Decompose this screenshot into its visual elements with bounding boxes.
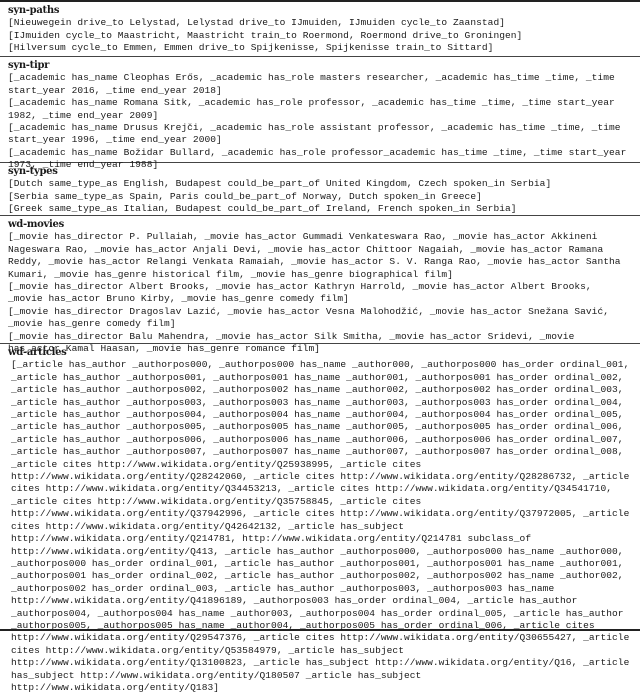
section-syn-paths: syn-paths [Nieuwegein drive_to Lelystad,… [0, 2, 640, 57]
example-entry: [Serbia same_type_as Spain, Paris could_… [8, 190, 482, 202]
example-entry: [Hilversum cycle_to Emmen, Emmen drive_t… [8, 42, 494, 54]
example-entry: [_movie has_director Albert Brooks, _mov… [8, 281, 592, 305]
example-entry: [_article has_author _authorpos000, _aut… [11, 359, 630, 693]
example-entry: [Nieuwegein drive_to Lelystad, Lelystad … [8, 17, 505, 29]
example-entry: [_academic has_name Drusus Krejči, _acad… [8, 122, 621, 146]
section-title: syn-paths [8, 5, 60, 16]
example-entry: [_movie has_director Dragoslav Lazić, _m… [8, 305, 610, 330]
section-title: syn-tipr [8, 60, 50, 71]
example-entry: [Greek same_type_as Italian, Budapest co… [8, 203, 517, 215]
section-title: wd-movies [8, 219, 64, 230]
example-entry: [IJmuiden cycle_to Maastricht, Maastrich… [8, 29, 523, 41]
example-entry: [_academic has_name Cleophas Erős, _acad… [8, 72, 615, 96]
section-syn-tipr: syn-tipr [_academic has_name Cleophas Er… [0, 57, 640, 170]
example-entry: [_movie has_director P. Pullaiah, _movie… [8, 231, 621, 280]
examples-table: syn-paths [Nieuwegein drive_to Lelystad,… [0, 0, 640, 693]
section-wd-movies: wd-movies [_movie has_director P. Pullai… [0, 216, 640, 354]
section-wd-articles: wd-articles [_article has_author _author… [0, 344, 640, 693]
example-entry: [_academic has_name Romana Sitk, _academ… [8, 97, 615, 121]
example-entry: [Dutch same_type_as English, Budapest co… [8, 178, 552, 190]
